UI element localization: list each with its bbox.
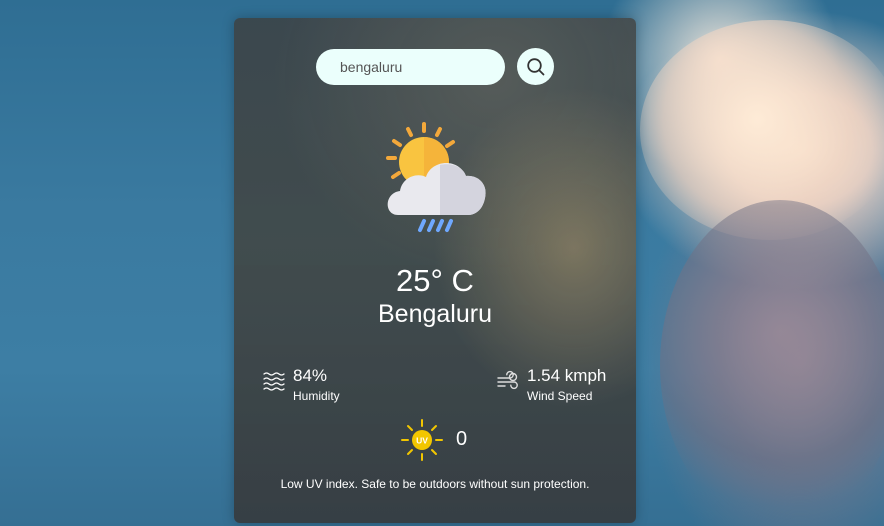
search-icon [526,57,544,75]
humidity-waves-icon [263,372,285,391]
weather-card: 25° C Bengaluru 84% Humidity 1.54 kmph W… [234,18,636,523]
uv-index-value: 0 [456,428,468,450]
search-input[interactable] [316,49,505,85]
search-bar [234,48,636,86]
uv-advice-text: Low UV index. Safe to be outdoors withou… [280,477,590,491]
background-cloud [660,200,884,526]
search-button[interactable] [517,48,554,85]
wind-speed-value: 1.54 kmph [527,366,607,385]
wind-speed-label: Wind Speed [527,389,593,403]
uv-sun-icon: UV [401,419,443,461]
background-cloud [640,20,884,240]
humidity-value: 84% [293,366,328,385]
humidity-label: Humidity [293,389,340,403]
city-name: Bengaluru [378,300,492,328]
sun-cloud-rain-icon [386,122,486,232]
wind-icon [497,370,518,390]
uv-icon-label: UV [416,436,428,446]
temperature: 25° C [396,263,474,298]
